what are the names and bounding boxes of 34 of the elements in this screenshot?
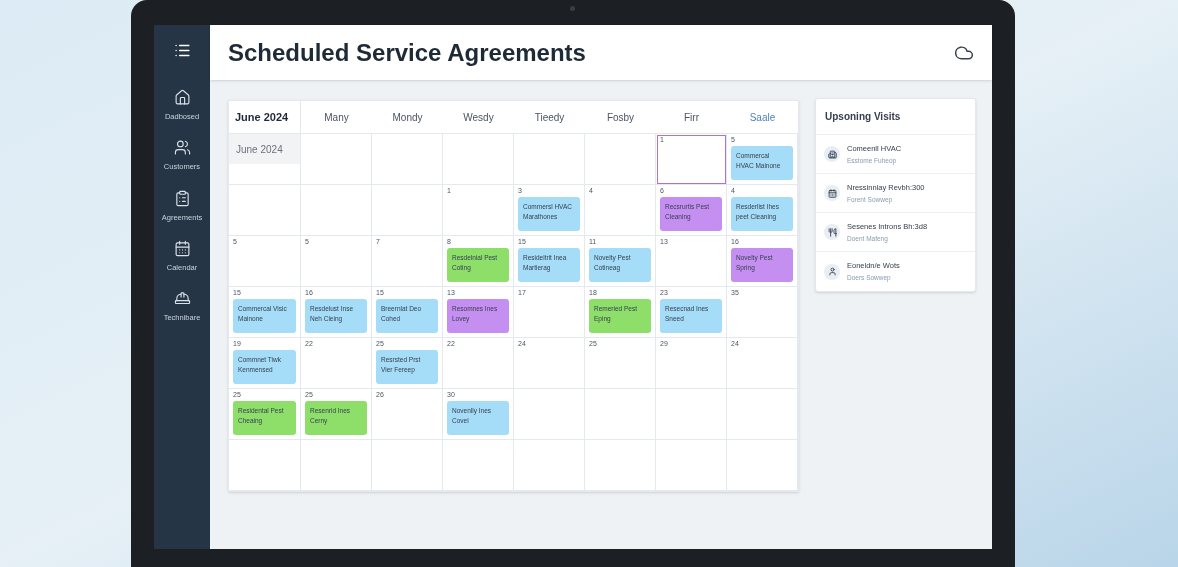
camera-icon [570,6,575,11]
calendar-day-cell[interactable] [656,440,727,491]
hard-hat-icon [173,290,191,307]
calendar-icon [173,239,191,257]
calendar-day-cell[interactable] [585,134,656,185]
person-icon [824,263,840,280]
calendar-day-cell[interactable] [514,134,585,185]
month-label: June 2024 [229,134,300,164]
page-title: Scheduled Service Agreements [228,37,586,68]
calendar-day-cell[interactable] [301,185,372,236]
calendar-day-cell[interactable] [443,134,514,185]
utensils-icon [824,224,840,240]
calendar-day-cell[interactable] [229,440,301,491]
calendar-day-cell[interactable] [656,389,727,440]
panel-title: Upsoning Visits [816,99,975,135]
calendar-day-cell[interactable] [372,134,443,185]
calendar-day-cell[interactable] [585,440,656,491]
users-icon [173,139,191,157]
calendar-day-cell[interactable] [301,440,372,491]
menu-icon[interactable] [173,42,191,59]
calendar-day-cell[interactable] [372,185,443,236]
calendar-day-cell[interactable] [443,440,514,491]
calendar-day-cell[interactable] [514,389,585,440]
calendar-day-cell[interactable] [372,440,443,491]
calendar-day-cell[interactable] [727,389,798,440]
home-icon [173,89,191,106]
clipboard-icon [173,189,191,207]
building-icon [824,146,840,162]
calendar-day-cell[interactable] [585,389,656,440]
calendar-day-cell[interactable] [301,134,372,185]
calendar-day-cell[interactable] [727,440,798,491]
calendar-day-cell[interactable] [229,185,301,236]
calendar-day-cell[interactable] [514,440,585,491]
calendar-icon [824,185,840,201]
